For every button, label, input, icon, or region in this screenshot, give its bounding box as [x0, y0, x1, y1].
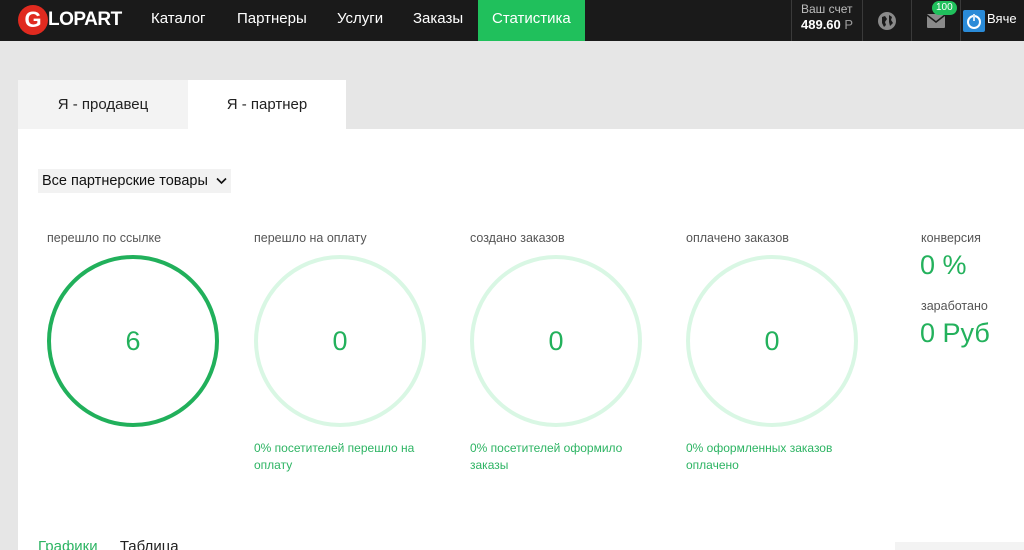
- language-button[interactable]: [863, 0, 912, 41]
- metric-circle-orders-created: 0: [470, 255, 642, 427]
- metric-value-orders-created: 0: [548, 325, 564, 356]
- tab-charts[interactable]: Графики: [38, 538, 98, 550]
- metric-note-to-payment: 0% посетителей перешло на оплату: [254, 441, 415, 472]
- products-filter-select[interactable]: Все партнерские товары: [38, 169, 231, 193]
- nav-orders[interactable]: Заказы: [413, 0, 463, 41]
- account-currency: Р: [844, 17, 854, 32]
- conversion-value: 0 %: [920, 250, 967, 280]
- account-amount: 489.60: [801, 17, 841, 32]
- tab-table[interactable]: Таблица: [120, 538, 179, 550]
- earned-label: заработано: [921, 299, 988, 313]
- metric-note-orders-created: 0% посетителей оформило заказы: [470, 441, 623, 472]
- power-icon: [963, 9, 985, 32]
- metric-circle-clicks: 6: [47, 255, 219, 427]
- earned-value: 0 Руб: [920, 318, 990, 348]
- globe-icon: [878, 11, 896, 30]
- account-value: 489.60 Р: [801, 17, 862, 32]
- metric-circle-to-payment: 0: [254, 255, 426, 427]
- logo-mark: G: [18, 5, 48, 35]
- envelope-icon: [927, 13, 945, 28]
- chevron-down-icon: [216, 177, 227, 185]
- date-range-box[interactable]: [895, 542, 1024, 550]
- tab-seller[interactable]: Я - продавец: [18, 80, 188, 129]
- messages-badge: 100: [932, 1, 957, 15]
- nav-partners[interactable]: Партнеры: [237, 0, 307, 41]
- view-tabs: Графики Таблица: [38, 538, 179, 550]
- metric-value-to-payment: 0: [332, 325, 348, 356]
- metric-label-to-payment: перешло на оплату: [254, 231, 367, 245]
- user-name[interactable]: Вяче: [987, 11, 1017, 26]
- nav-services[interactable]: Услуги: [337, 0, 383, 41]
- account-balance[interactable]: Ваш счет 489.60 Р: [791, 0, 863, 41]
- logo[interactable]: G LOPART: [18, 4, 122, 36]
- metric-value-orders-paid: 0: [764, 325, 780, 356]
- tab-partner[interactable]: Я - партнер: [188, 80, 346, 129]
- products-filter-value: Все партнерские товары: [42, 173, 208, 189]
- conversion-label: конверсия: [921, 231, 981, 245]
- account-label: Ваш счет: [801, 2, 853, 16]
- top-navbar: G LOPART Каталог Партнеры Услуги Заказы …: [0, 0, 1024, 41]
- metric-value-clicks: 6: [125, 325, 141, 356]
- messages-button[interactable]: 100: [912, 0, 961, 41]
- metric-label-orders-created: создано заказов: [470, 231, 565, 245]
- logo-text: LOPART: [48, 9, 122, 30]
- nav-statistics[interactable]: Статистика: [478, 0, 585, 41]
- user-menu[interactable]: [961, 0, 987, 41]
- metric-label-orders-paid: оплачено заказов: [686, 231, 789, 245]
- nav-catalog[interactable]: Каталог: [151, 0, 206, 41]
- metric-label-clicks: перешло по ссылке: [47, 231, 162, 245]
- metric-circle-orders-paid: 0: [686, 255, 858, 427]
- metric-note-orders-paid: 0% оформленных заказов оплачено: [686, 441, 833, 472]
